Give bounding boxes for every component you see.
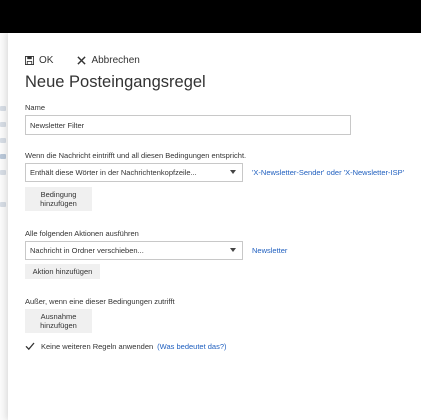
action-dropdown-value: Nachricht in Ordner verschieben... [30,246,144,255]
add-condition-label-line1: Bedingung [40,190,77,199]
actions-label: Alle folgenden Aktionen ausführen [25,229,139,238]
stop-processing-label: Keine weiteren Regeln anwenden [41,341,154,351]
ok-label: OK [39,54,54,66]
new-inbox-rule-panel: OK Abbrechen Neue Posteingangsregel Name… [8,33,421,420]
stop-processing-row: Keine weiteren Regeln anwenden (Was bede… [25,341,227,351]
chevron-down-icon [230,170,236,174]
add-exception-label-line1: Ausnahme [40,312,77,321]
background-sidebar [0,98,8,218]
page-title: Neue Posteingangsregel [25,73,206,91]
name-label: Name [25,103,46,112]
conditions-label: Wenn die Nachricht eintrifft und all die… [25,151,247,160]
condition-dropdown-value: Enthält diese Wörter in der Nachrichtenk… [30,168,197,177]
add-condition-label-line2: hinzufügen [40,199,77,208]
checkmark-icon[interactable] [25,341,35,351]
condition-dropdown[interactable]: Enthält diese Wörter in der Nachrichtenk… [25,163,243,182]
save-icon [25,55,34,65]
sidebar-fragment [0,202,6,207]
sidebar-fragment [0,154,6,159]
cancel-label: Abbrechen [91,54,140,66]
close-icon [77,55,87,65]
sidebar-fragment [0,138,6,143]
ok-button[interactable]: OK [25,55,53,66]
action-dropdown[interactable]: Nachricht in Ordner verschieben... [25,241,243,260]
add-exception-button[interactable]: Ausnahme hinzufügen [25,309,92,333]
add-exception-label-line2: hinzufügen [40,321,77,330]
rule-name-input[interactable] [25,115,351,135]
sidebar-fragment [0,106,6,111]
help-link[interactable]: (Was bedeutet das?) [157,342,226,351]
chevron-down-icon [230,248,236,252]
sidebar-fragment [0,122,6,127]
cancel-button[interactable]: Abbrechen [77,54,140,66]
action-folder-link[interactable]: Newsletter [252,246,287,255]
app-top-bar [0,0,421,33]
toolbar: OK Abbrechen [25,52,140,68]
exceptions-label: Außer, wenn eine dieser Bedingungen zutr… [25,297,175,306]
condition-value-link[interactable]: 'X-Newsletter-Sender' oder 'X-Newsletter… [252,168,404,177]
add-action-button[interactable]: Aktion hinzufügen [25,264,100,279]
add-condition-button[interactable]: Bedingung hinzufügen [25,187,92,211]
sidebar-fragment [0,170,6,175]
